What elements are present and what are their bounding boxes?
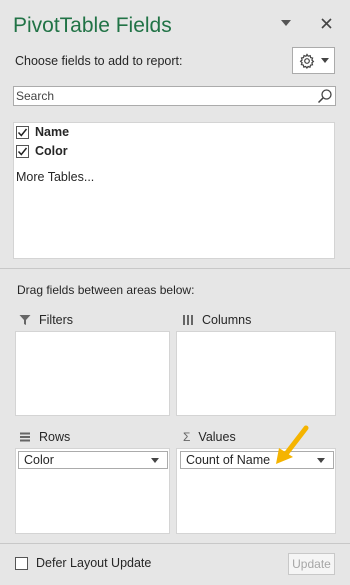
close-button[interactable] bbox=[316, 13, 336, 33]
field-label: Name bbox=[35, 125, 70, 139]
search-input[interactable]: Search bbox=[13, 86, 336, 106]
rows-label: Rows bbox=[39, 430, 71, 444]
chevron-down-icon bbox=[281, 20, 291, 26]
field-item-color[interactable]: Color bbox=[16, 144, 68, 158]
rows-field-label: Color bbox=[24, 453, 54, 467]
close-icon bbox=[320, 17, 332, 29]
task-pane-options-button[interactable] bbox=[276, 13, 296, 33]
checkmark-icon bbox=[17, 147, 28, 156]
field-list-settings-button[interactable] bbox=[292, 47, 335, 74]
sigma-icon: Σ bbox=[183, 430, 191, 444]
chevron-down-icon[interactable] bbox=[317, 458, 325, 463]
filters-area-header: Filters bbox=[19, 313, 73, 327]
update-button[interactable]: Update bbox=[288, 553, 335, 575]
filters-drop-area[interactable] bbox=[15, 331, 170, 416]
filters-label: Filters bbox=[39, 313, 74, 327]
filter-icon bbox=[19, 315, 31, 325]
annotation-arrow-icon bbox=[276, 425, 309, 464]
field-checkbox-color[interactable] bbox=[16, 144, 29, 158]
field-checkbox-name[interactable] bbox=[16, 125, 29, 139]
footer-divider bbox=[0, 543, 350, 544]
values-label: Values bbox=[198, 430, 236, 444]
values-field-label: Count of Name bbox=[186, 453, 271, 467]
columns-label: Columns bbox=[202, 313, 252, 327]
field-item-name[interactable]: Name bbox=[16, 125, 69, 139]
search-placeholder: Search bbox=[16, 89, 55, 103]
drag-fields-label: Drag fields between areas below: bbox=[17, 283, 195, 297]
defer-layout-checkbox[interactable] bbox=[15, 556, 28, 570]
rows-field-pill[interactable]: Color bbox=[18, 451, 168, 469]
gear-icon bbox=[299, 52, 315, 69]
field-list: Name Color More Tables... bbox=[13, 122, 335, 259]
chevron-down-icon[interactable] bbox=[151, 458, 159, 463]
rows-area-header: Rows bbox=[19, 430, 70, 444]
more-tables-link[interactable]: More Tables... bbox=[16, 170, 94, 184]
chevron-down-icon bbox=[321, 58, 329, 63]
defer-layout-label: Defer Layout Update bbox=[36, 556, 152, 570]
field-label: Color bbox=[35, 144, 68, 158]
columns-icon bbox=[183, 315, 193, 325]
values-area-header: Σ Values bbox=[183, 430, 236, 444]
section-splitter[interactable] bbox=[0, 268, 350, 271]
defer-layout-update[interactable]: Defer Layout Update bbox=[15, 556, 151, 570]
values-drop-area[interactable]: Count of Name bbox=[176, 448, 336, 534]
columns-drop-area[interactable] bbox=[176, 331, 336, 416]
checkmark-icon bbox=[17, 128, 28, 137]
columns-area-header: Columns bbox=[182, 313, 251, 327]
search-icon[interactable] bbox=[317, 88, 333, 104]
rows-icon bbox=[20, 432, 30, 442]
rows-drop-area[interactable]: Color bbox=[15, 448, 170, 534]
choose-fields-label: Choose fields to add to report: bbox=[15, 54, 183, 68]
pane-title: PivotTable Fields bbox=[13, 14, 172, 37]
